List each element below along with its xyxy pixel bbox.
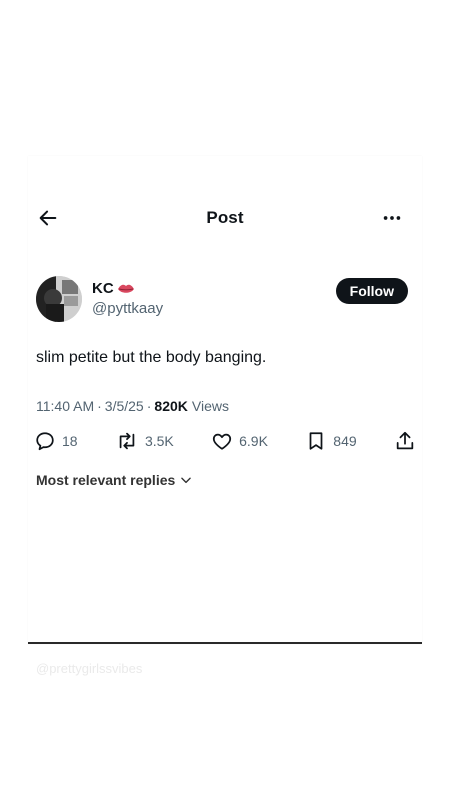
handle[interactable]: @pyttkaay (92, 300, 163, 317)
repost-button[interactable]: 3.5K (115, 430, 174, 452)
replies-sort-label: Most relevant replies (36, 472, 176, 488)
repost-icon (119, 432, 135, 450)
chevron-down-icon (181, 477, 192, 484)
repost-count: 3.5K (144, 433, 174, 449)
post-date[interactable]: 3/5/25 (105, 398, 144, 414)
reply-button[interactable]: 18 (34, 430, 78, 452)
views-label: Views (191, 398, 229, 414)
bookmark-icon (309, 432, 323, 450)
post-meta: 11:40 AM · 3/5/25 · 820K Views (36, 398, 229, 414)
reply-icon (36, 432, 54, 451)
share-icon (396, 431, 414, 450)
meta-separator: · (146, 398, 152, 414)
meta-separator: · (97, 398, 102, 414)
like-button[interactable]: 6.9K (211, 430, 268, 452)
reply-count: 18 (62, 433, 78, 449)
post-text: slim petite but the body banging. (36, 349, 267, 366)
display-name: KC (92, 280, 114, 297)
author-names: KC @pyttkaay (92, 280, 163, 317)
bookmark-count: 849 (333, 433, 357, 449)
action-bar: 18 3.5K 6.9K 849 (34, 428, 416, 454)
page-title: Post (206, 208, 244, 227)
post-time[interactable]: 11:40 AM (36, 398, 94, 414)
author-row: KC @pyttkaay Follow (36, 276, 416, 326)
top-bar: Post (28, 200, 422, 236)
avatar[interactable] (36, 276, 82, 322)
more-dots-icon (383, 216, 401, 220)
watermark: @prettygirlssvibes (36, 661, 143, 676)
like-icon (213, 433, 232, 450)
lips-emoji-icon (117, 284, 134, 293)
follow-button[interactable]: Follow (335, 278, 408, 304)
more-options-button[interactable] (378, 204, 406, 232)
like-count: 6.9K (239, 433, 268, 449)
views-count: 820K (154, 398, 188, 414)
post-card: Post KC @pyttkaay Follow slim petite but… (28, 156, 422, 644)
bookmark-button[interactable]: 849 (305, 430, 357, 452)
display-name-row[interactable]: KC (92, 280, 163, 297)
replies-sort-dropdown[interactable]: Most relevant replies (36, 472, 193, 488)
share-button[interactable] (394, 430, 416, 452)
story-canvas: Post KC @pyttkaay Follow slim petite but… (0, 0, 450, 800)
